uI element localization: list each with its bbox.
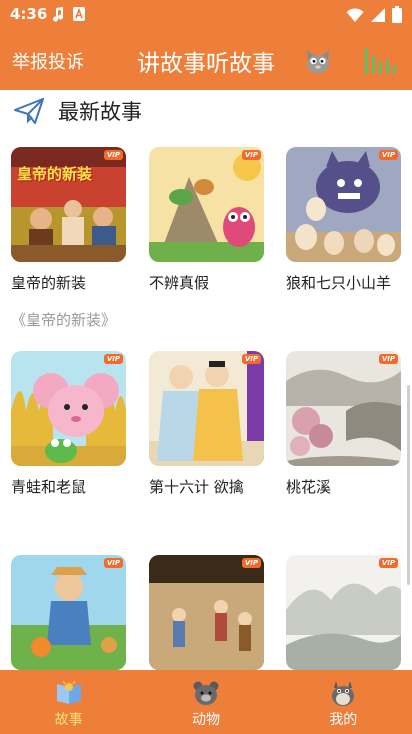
section-title: 最新故事 bbox=[58, 100, 142, 124]
story-card[interactable]: 皇帝的新装 VIP 皇帝的新装 《皇帝的新装》 bbox=[11, 147, 126, 330]
nav-tab-animals[interactable]: 动物 bbox=[137, 670, 274, 734]
story-title: 桃花溪 bbox=[286, 478, 332, 496]
story-card[interactable]: VIP bbox=[149, 555, 264, 670]
vip-badge: VIP bbox=[378, 150, 398, 160]
story-cover: VIP bbox=[286, 555, 401, 670]
section-header: 最新故事 bbox=[14, 96, 142, 126]
story-subtitle: 《皇帝的新装》 bbox=[11, 311, 117, 329]
cover-title-text: 皇帝的新装 bbox=[17, 165, 93, 183]
story-card[interactable]: VIP bbox=[286, 555, 401, 670]
book-icon bbox=[56, 680, 81, 704]
story-cover: VIP bbox=[286, 147, 401, 262]
vip-badge: VIP bbox=[103, 150, 123, 160]
story-cover: 皇帝的新装 VIP bbox=[11, 147, 126, 262]
story-cover: VIP bbox=[149, 147, 264, 262]
signal-icon bbox=[371, 7, 385, 22]
story-title: 青蛙和老鼠 bbox=[11, 478, 87, 496]
nav-label: 我的 bbox=[329, 712, 358, 728]
status-time: 4:36 bbox=[10, 5, 48, 23]
nav-label: 动物 bbox=[191, 712, 220, 728]
cat-icon[interactable] bbox=[302, 44, 334, 76]
vip-badge: VIP bbox=[103, 558, 123, 568]
story-card[interactable]: VIP 狼和七只小山羊 bbox=[286, 147, 401, 293]
nav-tab-stories[interactable]: 故事 bbox=[0, 670, 137, 734]
story-title: 不辨真假 bbox=[149, 274, 210, 292]
battery-icon bbox=[392, 6, 402, 23]
app-bar: 举报投诉 讲故事听故事 bbox=[0, 30, 412, 90]
story-card[interactable]: VIP 青蛙和老鼠 bbox=[11, 351, 126, 497]
paper-plane-icon bbox=[14, 98, 44, 124]
nav-tab-profile[interactable]: 我的 bbox=[275, 670, 412, 734]
equalizer-icon[interactable] bbox=[362, 42, 398, 78]
story-cover: VIP bbox=[149, 555, 264, 670]
app-title: 讲故事听故事 bbox=[137, 51, 275, 77]
bottom-nav: 故事 动物 我的 bbox=[0, 670, 412, 734]
wifi-icon bbox=[346, 7, 364, 22]
story-cover: VIP bbox=[11, 555, 126, 670]
story-title: 狼和七只小山羊 bbox=[286, 274, 392, 292]
story-card[interactable]: VIP 桃花溪 bbox=[286, 351, 401, 497]
scrollbar[interactable] bbox=[407, 385, 410, 585]
vip-badge: VIP bbox=[241, 354, 261, 364]
story-title: 皇帝的新装 bbox=[11, 274, 87, 292]
story-list[interactable]: 最新故事 皇帝的新装 VIP 皇帝的新装 《皇帝的新装》 VIP 不辨真假 VI… bbox=[0, 90, 412, 670]
story-cover: VIP bbox=[149, 351, 264, 466]
status-bar: 4:36 bbox=[0, 0, 412, 30]
story-cover: VIP bbox=[11, 351, 126, 466]
font-icon bbox=[73, 7, 85, 21]
story-title: 第十六计 欲擒 bbox=[149, 478, 244, 496]
totoro-icon bbox=[332, 681, 355, 706]
story-card[interactable]: VIP 不辨真假 bbox=[149, 147, 264, 293]
nav-label: 故事 bbox=[54, 712, 83, 728]
story-card[interactable]: VIP bbox=[11, 555, 126, 670]
vip-badge: VIP bbox=[378, 558, 398, 568]
story-cover: VIP bbox=[286, 351, 401, 466]
vip-badge: VIP bbox=[241, 150, 261, 160]
vip-badge: VIP bbox=[378, 354, 398, 364]
music-note-icon bbox=[53, 7, 64, 22]
vip-badge: VIP bbox=[241, 558, 261, 568]
vip-badge: VIP bbox=[103, 354, 123, 364]
story-card[interactable]: VIP 第十六计 欲擒 bbox=[149, 351, 264, 497]
bear-icon bbox=[193, 681, 219, 705]
